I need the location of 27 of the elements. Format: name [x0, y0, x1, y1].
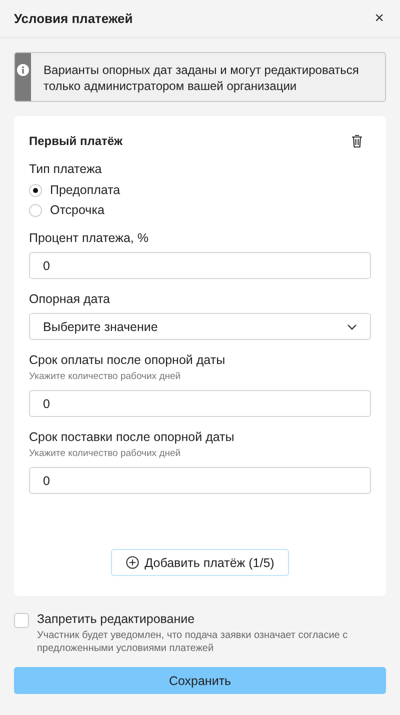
chevron-down-icon	[347, 324, 357, 330]
info-text: Варианты опорных дат заданы и могут редактироваться только администратором вашей организации	[42, 62, 360, 95]
payment-title: Первый платёж	[29, 134, 123, 148]
radio-label[interactable]: Отсрочка	[50, 203, 104, 217]
close-button[interactable]: ×	[372, 10, 386, 28]
field-label: Срок оплаты после опорной даты	[29, 353, 226, 367]
radio-label[interactable]: Предоплата	[50, 183, 120, 197]
save-button[interactable]: Сохранить	[14, 667, 386, 694]
field-label: Процент платежа, %	[29, 231, 150, 245]
field-hint: Укажите количество рабочих дней	[29, 371, 182, 382]
radio-button[interactable]	[29, 184, 42, 196]
field-hint: Укажите количество рабочих дней	[29, 448, 182, 459]
window-title: Условия платежей	[14, 11, 133, 26]
field-label: Опорная дата	[29, 292, 111, 306]
checkbox-description: Участник будет уведомлен, что подача заявки означает согласие с предложенными условиями платежей	[37, 629, 349, 655]
radio-button[interactable]	[29, 204, 42, 216]
input-field[interactable]: 0	[29, 390, 371, 417]
select-field[interactable]: Выберите значение	[29, 313, 371, 340]
add-payment-button[interactable]: Добавить платёж (1/5)	[110, 549, 290, 576]
input-field[interactable]: 0	[29, 467, 371, 494]
input-field[interactable]: 0	[29, 252, 371, 279]
trash-icon[interactable]	[351, 134, 363, 148]
field-label: Тип платежа	[29, 162, 103, 176]
checkbox[interactable]	[14, 613, 29, 628]
plus-circle-icon	[126, 556, 139, 569]
checkbox-label[interactable]: Запретить редактирование	[37, 612, 386, 626]
field-label: Срок поставки после опорной даты	[29, 430, 236, 444]
